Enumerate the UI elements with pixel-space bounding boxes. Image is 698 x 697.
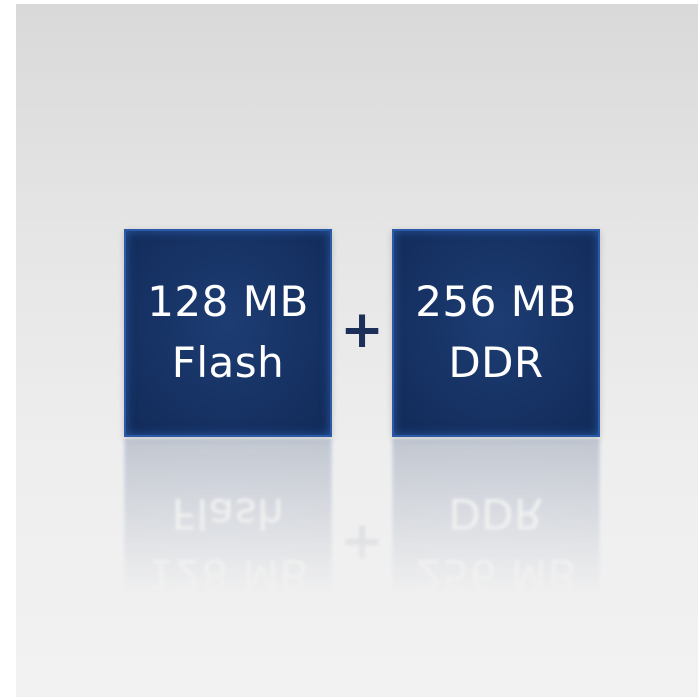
flash-size-reflection: 128 MB	[147, 549, 309, 599]
plus-icon: +	[340, 300, 384, 360]
ddr-size-label: 256 MB	[415, 277, 577, 327]
flash-size-label: 128 MB	[147, 277, 309, 327]
plus-reflection-icon: +	[340, 513, 384, 573]
flash-memory-chip: 128 MB Flash	[124, 229, 332, 437]
ddr-type-label: DDR	[448, 338, 544, 387]
flash-chip-reflection: 128 MB Flash	[124, 439, 332, 647]
ddr-type-reflection: DDR	[448, 489, 544, 538]
flash-type-label: Flash	[171, 338, 285, 387]
ddr-chip-reflection: 256 MB DDR	[392, 439, 600, 647]
graphic-panel: 128 MB Flash + 256 MB DDR 128 MB Flash +…	[16, 4, 698, 697]
flash-type-reflection: Flash	[171, 489, 285, 538]
ddr-size-reflection: 256 MB	[415, 549, 577, 599]
chips-reflection: 128 MB Flash + 256 MB DDR	[16, 439, 698, 647]
ddr-memory-chip: 256 MB DDR	[392, 229, 600, 437]
